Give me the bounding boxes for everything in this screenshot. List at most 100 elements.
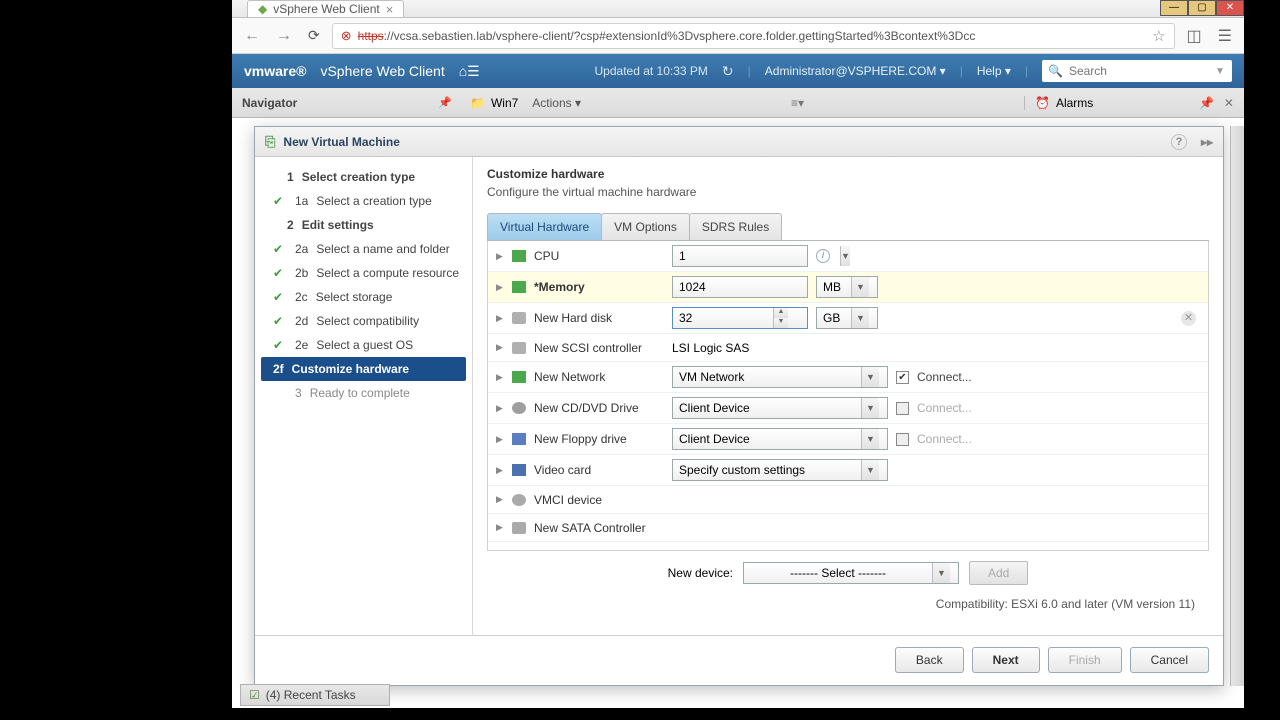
step-2b[interactable]: ✔2b Select a compute resource <box>255 261 472 285</box>
home-icon[interactable]: ⌂☰ <box>459 63 480 80</box>
network-connect-label: Connect... <box>917 370 972 384</box>
finish-button: Finish <box>1048 647 1122 673</box>
bookmark-star-icon[interactable]: ☆ <box>1152 27 1165 45</box>
wizard-titlebar: ⎘ New Virtual Machine ? ▸▸ <box>255 127 1223 157</box>
step-2c[interactable]: ✔2c Select storage <box>255 285 472 309</box>
next-button[interactable]: Next <box>972 647 1040 673</box>
scsi-value: LSI Logic SAS <box>672 341 749 355</box>
browser-tab[interactable]: ◆ vSphere Web Client × <box>247 0 404 17</box>
vmci-icon <box>512 494 526 506</box>
back-arrow-icon[interactable]: ← <box>240 23 264 49</box>
cpu-select[interactable]: ▼ <box>672 245 808 267</box>
back-button[interactable]: Back <box>895 647 964 673</box>
step-2f-active[interactable]: 2f Customize hardware <box>261 357 466 381</box>
expand-icon[interactable]: ▶ <box>496 251 504 262</box>
toolbar-menu-icon[interactable]: ≡▾ <box>791 96 804 110</box>
vmware-logo: vmware® <box>244 63 306 79</box>
browser-address-bar: ← → ⟳ ⊗ https://vcsa.sebastien.lab/vsphe… <box>232 18 1244 54</box>
new-vm-wizard: ⎘ New Virtual Machine ? ▸▸ 1 Select crea… <box>254 126 1224 686</box>
expand-icon[interactable]: ▶ <box>496 342 504 353</box>
refresh-icon[interactable]: ↻ <box>722 63 734 80</box>
help-dropdown[interactable]: Help ▾ <box>977 64 1011 78</box>
right-scrollbar[interactable] <box>1230 126 1244 686</box>
floppy-connect-label: Connect... <box>917 432 972 446</box>
expand-icon[interactable]: ▶ <box>496 313 504 324</box>
hw-row-floppy: ▶ New Floppy drive ▼ Connect... <box>488 424 1208 455</box>
navigator-header: Navigator 📌 <box>232 96 460 110</box>
vsphere-favicon: ◆ <box>258 2 267 16</box>
search-icon: 🔍 <box>1048 64 1063 78</box>
expand-icon[interactable]: ▶ <box>496 282 504 293</box>
remove-disk-icon[interactable]: ✕ <box>1181 311 1196 326</box>
expand-icon[interactable]: ▶ <box>496 403 504 414</box>
app-header: vmware® vSphere Web Client ⌂☰ Updated at… <box>232 54 1244 88</box>
actions-dropdown[interactable]: Actions ▾ <box>532 96 581 110</box>
cd-connect-label: Connect... <box>917 401 972 415</box>
spin-down-icon[interactable]: ▼ <box>774 318 788 328</box>
hardware-tabs: Virtual Hardware VM Options SDRS Rules <box>487 213 1209 241</box>
wizard-help-icon[interactable]: ? <box>1171 134 1187 150</box>
expand-icon[interactable]: ▶ <box>496 465 504 476</box>
tab-close-icon[interactable]: × <box>386 2 394 17</box>
step-1a[interactable]: ✔1a Select a creation type <box>255 189 472 213</box>
forward-arrow-icon[interactable]: → <box>272 23 296 49</box>
url-field[interactable]: ⊗ https://vcsa.sebastien.lab/vsphere-cli… <box>332 23 1175 49</box>
user-dropdown[interactable]: Administrator@VSPHERE.COM ▾ <box>765 64 946 78</box>
extension-icon[interactable]: ◫ <box>1183 22 1206 50</box>
disk-unit-select[interactable]: ▼ <box>816 307 878 329</box>
hamburger-menu-icon[interactable]: ☰ <box>1214 22 1236 50</box>
alarm-icon: ⏰ <box>1035 96 1050 110</box>
disk-size-input[interactable]: ▲▼ <box>672 307 808 329</box>
context-label: Win7 <box>491 96 518 110</box>
info-icon[interactable]: i <box>816 249 830 263</box>
step-2a[interactable]: ✔2a Select a name and folder <box>255 237 472 261</box>
memory-icon <box>512 281 526 293</box>
cancel-button[interactable]: Cancel <box>1130 647 1209 673</box>
context-object[interactable]: 📁 Win7 <box>460 96 518 110</box>
context-toolbar: Navigator 📌 📁 Win7 Actions ▾ ≡▾ ⏰ Alarms… <box>232 88 1244 118</box>
wizard-steps: 1 Select creation type ✔1a Select a crea… <box>255 157 473 635</box>
alarms-close-icon[interactable]: ✕ <box>1224 96 1234 110</box>
spin-up-icon[interactable]: ▲ <box>774 308 788 318</box>
disk-icon <box>512 312 526 324</box>
sata-icon <box>512 522 526 534</box>
search-dropdown-icon[interactable]: ▼ <box>1215 66 1225 77</box>
window-close-button[interactable]: ✕ <box>1216 0 1244 16</box>
step-2[interactable]: 2 Edit settings <box>255 213 472 237</box>
network-connect-checkbox[interactable]: ✔ <box>896 371 909 384</box>
tab-sdrs-rules[interactable]: SDRS Rules <box>689 213 782 240</box>
memory-unit-select[interactable]: ▼ <box>816 276 878 298</box>
recent-tasks-bar[interactable]: ☑ (4) Recent Tasks <box>240 684 390 706</box>
wizard-collapse-icon[interactable]: ▸▸ <box>1201 135 1213 149</box>
expand-icon[interactable]: ▶ <box>496 522 504 533</box>
video-select[interactable]: ▼ <box>672 459 888 481</box>
step-2d[interactable]: ✔2d Select compatibility <box>255 309 472 333</box>
cd-select[interactable]: ▼ <box>672 397 888 419</box>
floppy-icon <box>512 433 526 445</box>
recent-tasks-label: (4) Recent Tasks <box>266 688 356 702</box>
window-maximize-button[interactable]: ▢ <box>1188 0 1216 16</box>
tab-vm-options[interactable]: VM Options <box>601 213 690 240</box>
expand-icon[interactable]: ▶ <box>496 494 504 505</box>
reload-icon[interactable]: ⟳ <box>304 23 324 48</box>
expand-icon[interactable]: ▶ <box>496 434 504 445</box>
floppy-select[interactable]: ▼ <box>672 428 888 450</box>
wizard-content: Customize hardware Configure the virtual… <box>473 157 1223 635</box>
search-input[interactable] <box>1069 64 1209 78</box>
network-select[interactable]: ▼ <box>672 366 888 388</box>
memory-input[interactable]: ▼ <box>672 276 808 298</box>
new-device-select[interactable]: ▼ <box>743 562 959 584</box>
step-1[interactable]: 1 Select creation type <box>255 165 472 189</box>
step-2e[interactable]: ✔2e Select a guest OS <box>255 333 472 357</box>
alarms-pin-icon[interactable]: 📌 <box>1199 96 1214 110</box>
pin-icon[interactable]: 📌 <box>438 96 452 109</box>
hw-row-vmci: ▶ VMCI device <box>488 486 1208 514</box>
tab-virtual-hardware[interactable]: Virtual Hardware <box>487 213 602 240</box>
hw-row-cd: ▶ New CD/DVD Drive ▼ Connect... <box>488 393 1208 424</box>
expand-icon[interactable]: ▶ <box>496 372 504 383</box>
global-search[interactable]: 🔍 ▼ <box>1042 60 1232 82</box>
tasks-icon: ☑ <box>249 688 260 702</box>
folder-icon: 📁 <box>470 96 485 110</box>
step-3: 3 Ready to complete <box>255 381 472 405</box>
window-minimize-button[interactable]: — <box>1160 0 1188 16</box>
